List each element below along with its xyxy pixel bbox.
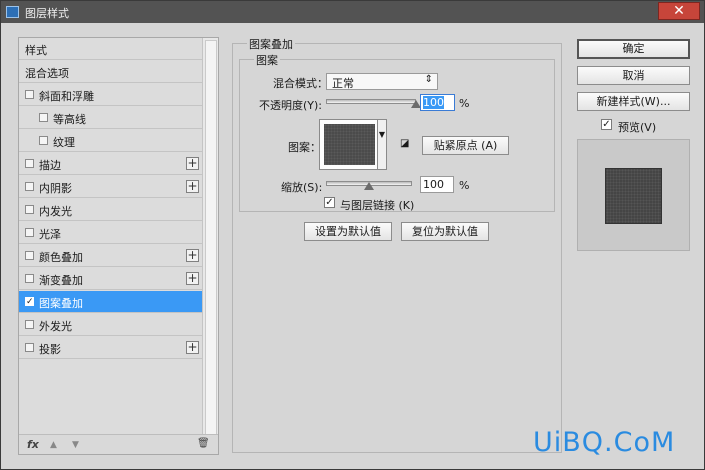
scale-value: 100 <box>423 178 444 191</box>
blend-mode-value: 正常 <box>332 77 354 90</box>
style-item-label: 斜面和浮雕 <box>39 90 94 103</box>
cancel-button[interactable]: 取消 <box>577 66 690 85</box>
style-item-checkbox[interactable] <box>25 182 34 191</box>
blend-options-item[interactable]: 混合选项 <box>19 61 202 83</box>
add-effect-icon[interactable]: + <box>186 249 199 262</box>
add-effect-icon[interactable]: + <box>186 180 199 193</box>
watermark-text: UiBQ.CoM <box>533 427 676 458</box>
style-item-checkbox[interactable] <box>25 320 34 329</box>
new-preset-icon[interactable]: ◪ <box>400 138 409 149</box>
make-default-button[interactable]: 设置为默认值 <box>304 222 392 241</box>
preview-swatch <box>605 168 662 224</box>
list-scrollbar[interactable] <box>202 38 218 438</box>
style-item[interactable]: 颜色叠加 + <box>19 245 202 267</box>
scale-input[interactable]: 100 <box>420 176 454 193</box>
opacity-slider[interactable] <box>326 99 416 104</box>
scrollbar-thumb[interactable] <box>205 40 217 436</box>
style-item[interactable]: 内发光 <box>19 199 202 221</box>
move-down-icon[interactable]: ▼ <box>72 440 79 450</box>
style-item-checkbox[interactable] <box>25 251 34 260</box>
style-item-label: 内阴影 <box>39 182 72 195</box>
window-title: 图层样式 <box>25 7 69 20</box>
opacity-label: 不透明度(Y): <box>259 99 323 112</box>
select-arrows-icon: ⇕ <box>424 74 433 85</box>
ok-button[interactable]: 确定 <box>577 39 690 59</box>
style-item[interactable]: 等高线 <box>19 107 202 129</box>
pattern-label: 图案： <box>288 141 321 154</box>
style-item-checkbox[interactable] <box>25 205 34 214</box>
style-item-checkbox[interactable] <box>25 90 34 99</box>
style-item-label: 图案叠加 <box>39 297 83 310</box>
style-item-label: 颜色叠加 <box>39 251 83 264</box>
style-item-checkbox[interactable] <box>25 228 34 237</box>
reset-default-button[interactable]: 复位为默认值 <box>401 222 489 241</box>
pattern-overlay-title: 图案叠加 <box>247 36 295 52</box>
snap-to-origin-button[interactable]: 贴紧原点 (A) <box>422 136 509 155</box>
link-with-layer-checkbox[interactable]: ✓ <box>324 197 335 208</box>
style-item[interactable]: 渐变叠加 + <box>19 268 202 290</box>
link-with-layer-label: 与图层链接 (K) <box>340 199 415 212</box>
opacity-unit: % <box>459 97 470 110</box>
pattern-subgroup-title: 图案 <box>254 52 280 68</box>
trash-icon[interactable]: 🗑 <box>197 438 210 449</box>
style-header-label: 样式 <box>25 44 47 57</box>
style-item[interactable]: 斜面和浮雕 <box>19 84 202 106</box>
scale-label: 缩放(S): <box>281 181 323 194</box>
scale-unit: % <box>459 179 470 192</box>
pattern-thumbnail <box>324 124 375 165</box>
style-item-label: 内发光 <box>39 205 72 218</box>
style-item-label: 外发光 <box>39 320 72 333</box>
style-list-toolbar: fx ▲ ▼ 🗑 <box>19 434 218 454</box>
pattern-picker[interactable] <box>319 119 380 170</box>
opacity-value: 100 <box>423 96 444 109</box>
blend-options-label: 混合选项 <box>25 67 69 80</box>
close-button[interactable]: ✕ <box>658 2 700 20</box>
style-item-label: 描边 <box>39 159 61 172</box>
style-item[interactable]: 纹理 <box>19 130 202 152</box>
style-item-label: 等高线 <box>53 113 86 126</box>
opacity-input[interactable]: 100 <box>420 94 455 111</box>
style-item-checkbox[interactable] <box>25 159 34 168</box>
style-item-checkbox[interactable] <box>25 274 34 283</box>
style-item-label: 投影 <box>39 343 61 356</box>
fx-icon[interactable]: fx <box>27 438 39 451</box>
style-item[interactable]: ✓ 图案叠加 <box>19 291 202 313</box>
style-item[interactable]: 光泽 <box>19 222 202 244</box>
style-list-panel: 样式 混合选项 斜面和浮雕等高线纹理描边 + 内阴影 + 内发光光泽颜色叠加 + 渐变叠加 +… <box>18 37 219 455</box>
move-up-icon[interactable]: ▲ <box>50 440 57 450</box>
scale-slider-thumb[interactable] <box>364 182 374 190</box>
add-effect-icon[interactable]: + <box>186 341 199 354</box>
style-item-label: 渐变叠加 <box>39 274 83 287</box>
preview-checkbox[interactable]: ✓ <box>601 119 612 130</box>
style-item[interactable]: 投影 + <box>19 337 202 359</box>
style-item[interactable]: 描边 + <box>19 153 202 175</box>
new-style-button[interactable]: 新建样式(W)... <box>577 92 690 111</box>
layer-style-dialog: 图层样式 ✕ 样式 混合选项 斜面和浮雕等高线纹理描边 + 内阴影 + 内发光光泽颜色叠… <box>0 0 705 470</box>
style-item-label: 光泽 <box>39 228 61 241</box>
title-bar: 图层样式 ✕ <box>1 1 704 23</box>
style-item-checkbox[interactable] <box>39 113 48 122</box>
photoshop-icon <box>6 6 19 18</box>
style-list-header[interactable]: 样式 <box>19 38 202 60</box>
style-preview <box>577 139 690 251</box>
blend-mode-select[interactable]: 正常 ⇕ <box>326 73 438 90</box>
blend-mode-label: 混合模式： <box>273 77 328 90</box>
style-item[interactable]: 外发光 <box>19 314 202 336</box>
add-effect-icon[interactable]: + <box>186 272 199 285</box>
style-item-checkbox[interactable] <box>39 136 48 145</box>
style-item-checkbox[interactable]: ✓ <box>25 297 34 307</box>
pattern-dropdown-arrow-icon[interactable]: ▼ <box>377 119 387 170</box>
style-item-checkbox[interactable] <box>25 343 34 352</box>
style-item[interactable]: 内阴影 + <box>19 176 202 198</box>
style-item-label: 纹理 <box>53 136 75 149</box>
preview-label: 预览(V) <box>618 121 657 134</box>
add-effect-icon[interactable]: + <box>186 157 199 170</box>
